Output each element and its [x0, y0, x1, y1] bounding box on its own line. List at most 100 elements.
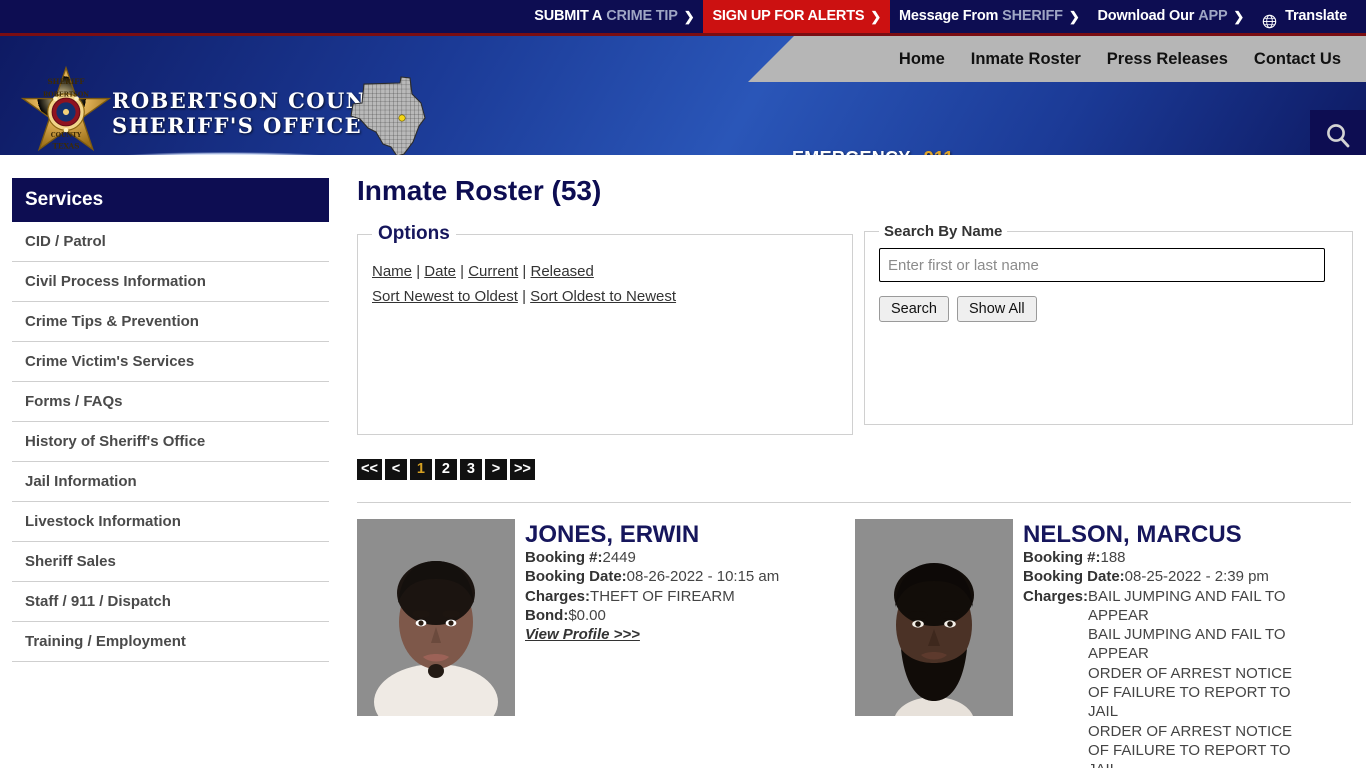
view-profile-link[interactable]: View Profile >>> [525, 626, 640, 643]
site-header: Home Inmate Roster Press Releases Contac… [0, 33, 1366, 155]
search-panel: Search By Name Search Show All [864, 223, 1353, 425]
booking-date-value: 08-26-2022 - 10:15 am [626, 568, 780, 586]
charge-item: BAIL JUMPING AND FAIL TO APPEAR [1088, 587, 1286, 624]
sidebar-item-history-of-sheriffs-office[interactable]: History of Sheriff's Office [12, 422, 329, 462]
charges-value: THEFT OF FIREARM [590, 587, 735, 605]
svg-text:COUNTY: COUNTY [51, 132, 82, 139]
topbar-lead-text: SUBMIT A [534, 8, 603, 24]
pagination-prev[interactable]: < [384, 459, 407, 480]
pagination-last[interactable]: >> [509, 459, 535, 480]
pagination-page-2[interactable]: 2 [434, 459, 457, 480]
sidebar-item-crime-tips-prevention[interactable]: Crime Tips & Prevention [12, 302, 329, 342]
option-link-date[interactable]: Date [424, 263, 456, 280]
topbar-item-sign-up-for-alerts[interactable]: SIGN UP FOR ALERTS ❯ [703, 0, 891, 33]
charge-item: ORDER OF ARREST NOTICE OF FAILURE TO REP… [1088, 722, 1292, 768]
topbar-item-submit-crime-tip[interactable]: SUBMIT A CRIME TIP ❯ [525, 0, 703, 33]
option-link-sort-oldest-to-newest[interactable]: Sort Oldest to Newest [530, 288, 676, 305]
charge-item: BAIL JUMPING AND FAIL TO APPEAR [1088, 626, 1286, 663]
pagination-page-3[interactable]: 3 [459, 459, 482, 480]
pagination: << < 1 2 3 > >> [357, 459, 1353, 480]
topbar-dim-text: APP [1198, 8, 1228, 24]
show-all-button[interactable]: Show All [956, 296, 1037, 322]
topbar-item-message-from-sheriff[interactable]: Message From SHERIFF ❯ [890, 0, 1088, 33]
sidebar-title: Services [12, 178, 329, 222]
sidebar-item-forms-faqs[interactable]: Forms / FAQs [12, 382, 329, 422]
booking-number-label: Booking #: [525, 549, 603, 566]
topbar-lead-text: Message From [899, 8, 999, 24]
search-icon[interactable] [1323, 121, 1353, 151]
header-icon-column [1310, 110, 1366, 155]
mugshot-photo [855, 519, 1013, 716]
nav-item-contact-us[interactable]: Contact Us [1241, 50, 1354, 69]
nav-item-home[interactable]: Home [886, 50, 958, 69]
main-content: Inmate Roster (53) Options Name | Date |… [357, 175, 1353, 768]
emergency-banner: EMERGENCY 911 [792, 148, 954, 155]
topbar-dim-text: CRIME TIP [606, 8, 678, 24]
sidebar-item-training-employment[interactable]: Training / Employment [12, 622, 329, 662]
topbar-item-download-app[interactable]: Download Our APP ❯ [1089, 0, 1254, 33]
top-utility-bar: SUBMIT A CRIME TIP ❯ SIGN UP FOR ALERTS … [0, 0, 1366, 33]
charge-item: ORDER OF ARREST NOTICE OF FAILURE TO REP… [1088, 664, 1292, 721]
emergency-number: 911 [924, 148, 954, 155]
nav-item-inmate-roster[interactable]: Inmate Roster [958, 50, 1094, 69]
nav-item-press-releases[interactable]: Press Releases [1094, 50, 1241, 69]
options-sort-row: Sort Newest to Oldest | Sort Oldest to N… [372, 284, 838, 309]
options-filter-row: Name | Date | Current | Released [372, 259, 838, 284]
option-link-sort-newest-to-oldest[interactable]: Sort Newest to Oldest [372, 288, 518, 305]
svg-text:SHERIFF: SHERIFF [47, 77, 85, 86]
mugshot-photo [357, 519, 515, 716]
topbar-lead-text: Translate [1285, 8, 1347, 24]
inmate-name: JONES, ERWIN [525, 521, 700, 548]
search-button[interactable]: Search [879, 296, 949, 322]
pagination-next[interactable]: > [484, 459, 507, 480]
record-booking-date: Booking Date:08-25-2022 - 2:39 pm [1023, 567, 1300, 586]
agency-name-line1: ROBERTSON COUNTY [112, 88, 400, 113]
page-title: Inmate Roster (53) [357, 175, 602, 206]
topbar-item-translate[interactable]: Translate [1253, 0, 1356, 33]
option-link-name[interactable]: Name [372, 263, 412, 280]
sidebar-item-staff-911-dispatch[interactable]: Staff / 911 / Dispatch [12, 582, 329, 622]
chevron-right-icon: ❯ [1233, 9, 1245, 24]
options-panel: Options Name | Date | Current | Released… [357, 223, 853, 435]
charges-label: Charges: [1023, 587, 1089, 605]
chevron-right-icon: ❯ [1068, 9, 1080, 24]
record-details: JONES, ERWIN Booking #:2449 Booking Date… [515, 519, 802, 768]
booking-date-value: 08-25-2022 - 2:39 pm [1124, 568, 1269, 586]
booking-number-value: 188 [1100, 549, 1126, 566]
svg-text:TEXAS: TEXAS [53, 141, 80, 150]
record-details: NELSON, MARCUS Booking #:188 Booking Dat… [1013, 519, 1300, 768]
sidebar-item-sheriff-sales[interactable]: Sheriff Sales [12, 542, 329, 582]
record-bond: Bond:$0.00 [525, 606, 802, 625]
sidebar-item-livestock-information[interactable]: Livestock Information [12, 502, 329, 542]
inmate-record: JONES, ERWIN Booking #:2449 Booking Date… [357, 519, 855, 768]
charges-value: BAIL JUMPING AND FAIL TO APPEAR BAIL JUM… [1088, 587, 1300, 768]
texas-county-map: Texas [347, 72, 431, 155]
charges-label: Charges: [525, 587, 591, 605]
inmate-records: JONES, ERWIN Booking #:2449 Booking Date… [357, 519, 1353, 768]
chevron-right-icon: ❯ [870, 9, 882, 24]
record-booking-number: Booking #:2449 [525, 548, 802, 567]
sidebar-item-crime-victims-services[interactable]: Crime Victim's Services [12, 342, 329, 382]
pagination-first[interactable]: << [357, 459, 382, 480]
sidebar-item-jail-information[interactable]: Jail Information [12, 462, 329, 502]
pagination-page-1[interactable]: 1 [409, 459, 432, 480]
agency-name-line2: SHERIFF'S OFFICE [112, 113, 363, 138]
records-divider [357, 502, 1351, 503]
topbar-lead-text: Download Our [1097, 8, 1195, 24]
inmate-record: NELSON, MARCUS Booking #:188 Booking Dat… [855, 519, 1353, 768]
option-link-released[interactable]: Released [530, 263, 593, 280]
record-charges: Charges: THEFT OF FIREARM [525, 587, 802, 606]
sidebar-item-cid-patrol[interactable]: CID / Patrol [12, 222, 329, 262]
search-input[interactable] [879, 248, 1325, 282]
bond-label: Bond: [525, 606, 569, 624]
options-legend: Options [378, 223, 450, 244]
inmate-name: NELSON, MARCUS [1023, 521, 1242, 548]
option-separator: | [522, 288, 526, 305]
primary-nav: Home Inmate Roster Press Releases Contac… [886, 36, 1366, 82]
sidebar-item-civil-process-information[interactable]: Civil Process Information [12, 262, 329, 302]
roster-controls: Options Name | Date | Current | Released… [357, 223, 1353, 435]
chevron-right-icon: ❯ [683, 9, 695, 24]
search-legend: Search By Name [884, 223, 1003, 240]
option-link-current[interactable]: Current [468, 263, 518, 280]
record-charges: Charges: BAIL JUMPING AND FAIL TO APPEAR… [1023, 587, 1300, 768]
